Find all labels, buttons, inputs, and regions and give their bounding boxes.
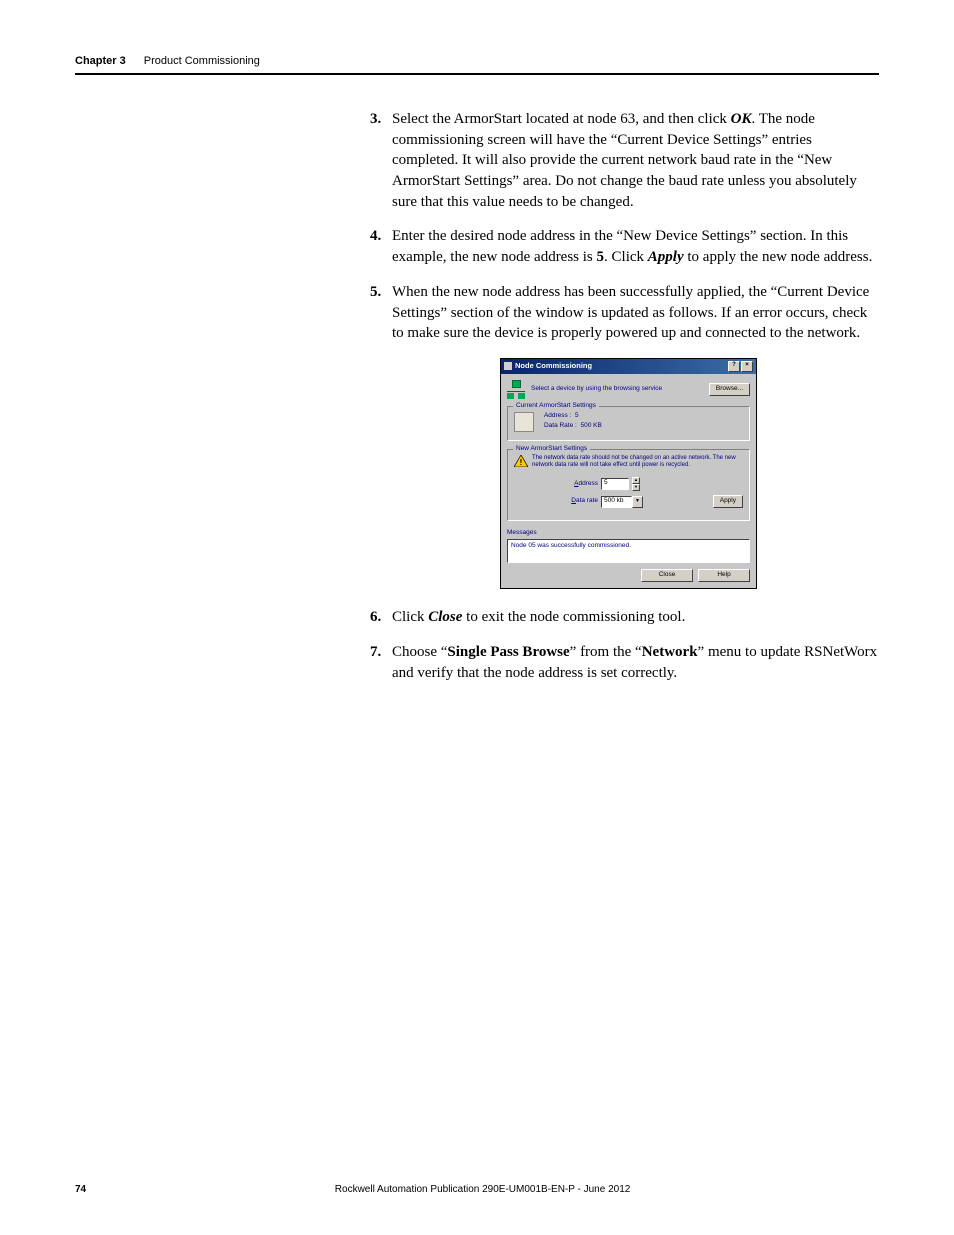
- data-rate-select[interactable]: 500 kb ▼: [601, 496, 643, 508]
- app-icon: [504, 362, 512, 370]
- current-settings-fieldset: Current ArmorStart Settings Address : 5 …: [507, 406, 750, 441]
- titlebar-close-button[interactable]: ×: [741, 361, 753, 372]
- page-header: Chapter 3 Product Commissioning: [75, 55, 879, 67]
- chevron-down-icon: ▼: [632, 496, 643, 508]
- dialog-titlebar[interactable]: Node Commissioning ? ×: [501, 359, 756, 374]
- data-rate-label: Data rate: [562, 497, 598, 506]
- header-rule: [75, 73, 879, 75]
- close-button[interactable]: Close: [641, 569, 693, 582]
- warning-text: The network data rate should not be chan…: [532, 455, 743, 469]
- address-input[interactable]: 5: [601, 478, 629, 490]
- node-commissioning-dialog-figure: Node Commissioning ? × Select a device b…: [500, 358, 879, 589]
- messages-label: Messages: [507, 529, 750, 538]
- new-settings-fieldset: New ArmorStart Settings ! The network da…: [507, 449, 750, 521]
- step-4: Enter the desired node address in the “N…: [370, 226, 879, 267]
- titlebar-help-button[interactable]: ?: [728, 361, 740, 372]
- messages-box: Node 05 was successfully commissioned.: [507, 539, 750, 563]
- page-footer: 74 Rockwell Automation Publication 290E-…: [75, 1184, 879, 1195]
- dialog-title: Node Commissioning: [515, 361, 592, 371]
- apply-button[interactable]: Apply: [713, 495, 743, 508]
- chapter-title: Product Commissioning: [144, 55, 260, 67]
- step-7: Choose “Single Pass Browse” from the “Ne…: [370, 642, 879, 683]
- help-button[interactable]: Help: [698, 569, 750, 582]
- step-3: Select the ArmorStart located at node 63…: [370, 109, 879, 212]
- step-5: When the new node address has been succe…: [370, 282, 879, 344]
- dialog-window: Node Commissioning ? × Select a device b…: [500, 358, 757, 589]
- network-icon: [507, 380, 525, 400]
- chapter-label: Chapter 3: [75, 55, 126, 67]
- step-6: Click Close to exit the node commissioni…: [370, 607, 879, 628]
- warning-icon: !: [514, 455, 528, 467]
- current-values: Address : 5 Data Rate : 500 KB: [544, 412, 602, 432]
- browse-hint: Select a device by using the browsing se…: [531, 385, 703, 394]
- page-number: 74: [75, 1184, 86, 1195]
- device-icon: [514, 412, 534, 432]
- new-settings-legend: New ArmorStart Settings: [513, 445, 590, 454]
- svg-text:!: !: [520, 458, 523, 467]
- publication-line: Rockwell Automation Publication 290E-UM0…: [86, 1184, 879, 1195]
- address-label: Address: [562, 480, 598, 489]
- current-settings-legend: Current ArmorStart Settings: [513, 402, 599, 411]
- browse-button[interactable]: Browse...: [709, 383, 750, 396]
- address-spinner[interactable]: ▲▼: [632, 477, 640, 491]
